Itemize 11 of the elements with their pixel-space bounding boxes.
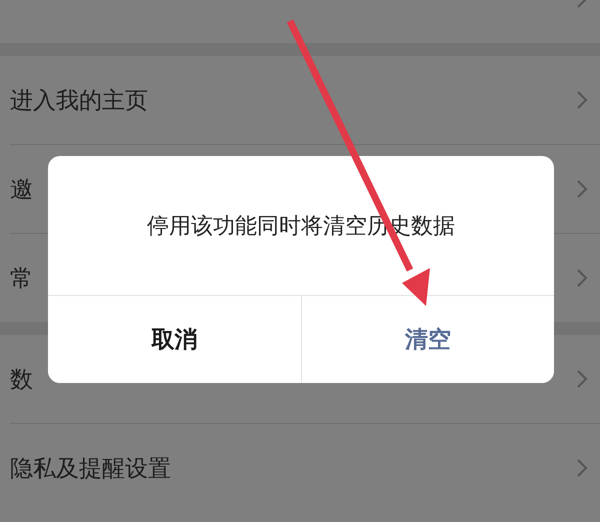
settings-item-label[interactable]: 进入我的主页: [10, 84, 148, 116]
settings-item-label[interactable]: 隐私及提醒设置: [10, 452, 171, 484]
chevron-right-icon: [576, 369, 588, 389]
clear-button[interactable]: 清空: [300, 296, 554, 383]
settings-item-label[interactable]: 常: [10, 262, 33, 294]
settings-item-label[interactable]: 邀: [10, 174, 33, 204]
chevron-right-icon: [576, 458, 588, 478]
chevron-right-icon: [576, 179, 588, 199]
chevron-right-icon: [576, 90, 588, 110]
settings-item-label[interactable]: 数: [10, 364, 33, 394]
chevron-right-icon: [576, 268, 588, 288]
